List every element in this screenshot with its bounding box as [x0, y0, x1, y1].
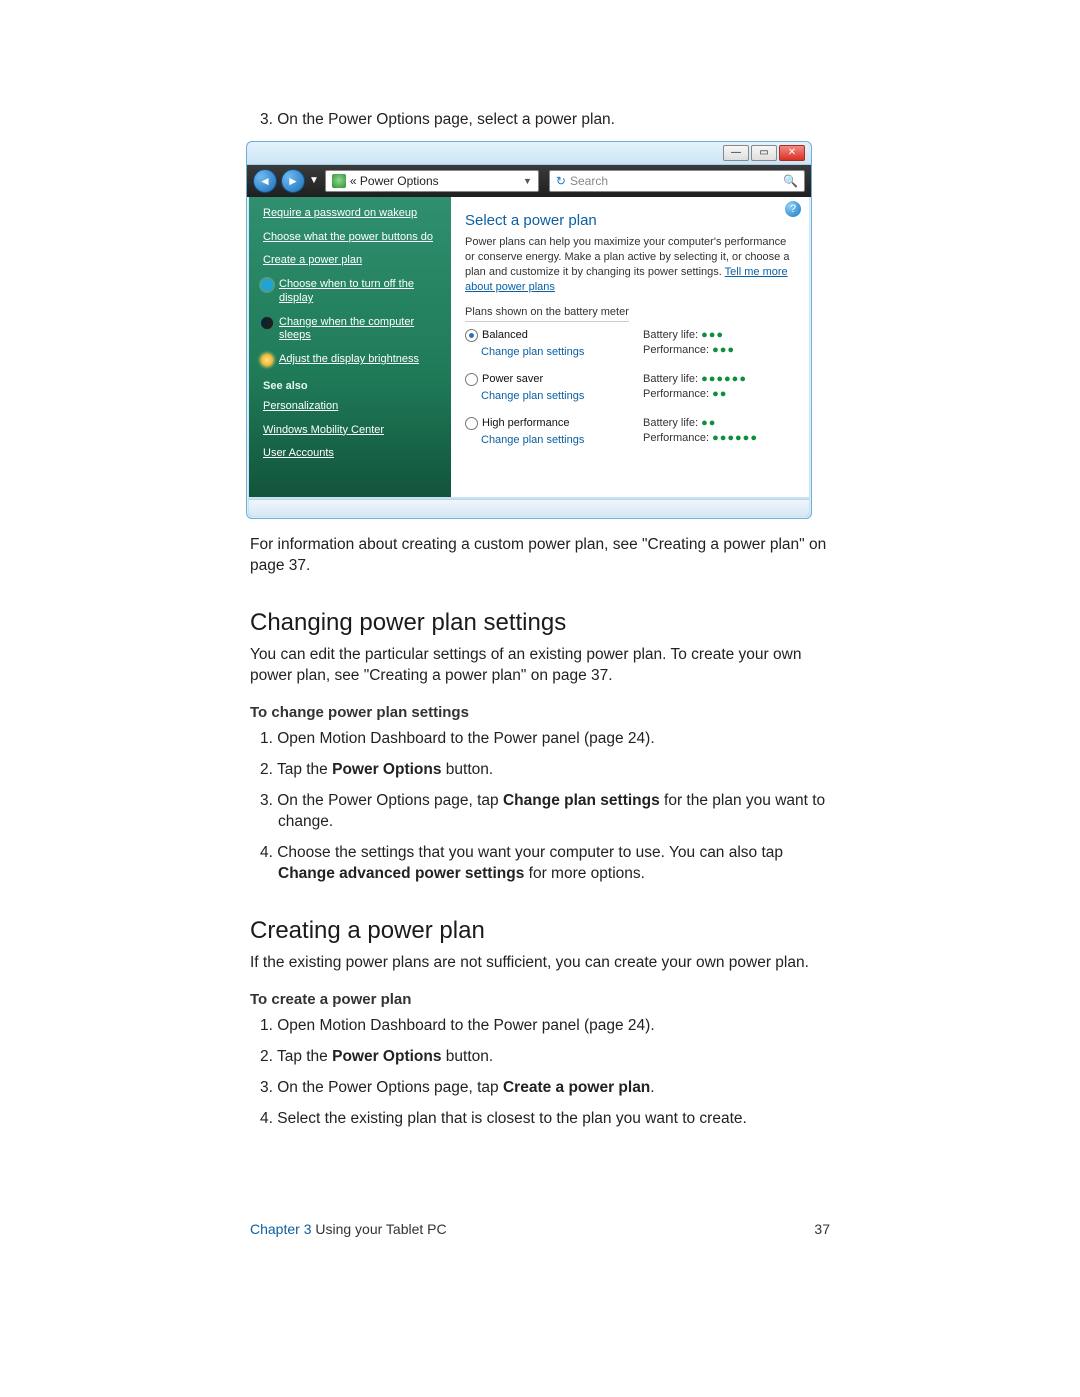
maximize-button[interactable]: ▭ — [751, 145, 777, 161]
battery-dots: ●●●●●● — [701, 373, 747, 385]
tasks-sidebar: Require a password on wakeup Choose what… — [249, 197, 451, 497]
plan-name: Balanced — [482, 328, 528, 343]
proc-a-step4: 4. Choose the settings that you want you… — [250, 843, 830, 885]
performance-dots: ●● — [712, 388, 727, 400]
proc-b-step1: 1. Open Motion Dashboard to the Power pa… — [250, 1016, 830, 1037]
forward-button[interactable]: ► — [281, 169, 305, 193]
plan-row-balanced: Balanced Change plan settings Battery life… — [465, 328, 795, 360]
change-plan-settings-link[interactable]: Change plan settings — [481, 389, 635, 404]
help-icon[interactable]: ? — [785, 201, 801, 217]
sidebar-see-also-mobility[interactable]: Windows Mobility Center — [263, 424, 441, 438]
search-placeholder: Search — [570, 173, 783, 189]
step-3: 3. On the Power Options page, select a p… — [250, 110, 830, 131]
plan-row-power-saver: Power saver Change plan settings Battery l… — [465, 372, 795, 404]
sidebar-item-sleep[interactable]: Change when the computer sleeps — [263, 316, 441, 344]
plan-name: Power saver — [482, 372, 543, 387]
plan-radio[interactable] — [465, 373, 478, 386]
battery-label: Battery life: — [643, 373, 698, 385]
plan-radio[interactable] — [465, 417, 478, 430]
explorer-navbar: ◄ ► ▼ « Power Options ▼ ↻ Search 🔍 — [247, 165, 811, 197]
proc-b-title: To create a power plan — [250, 990, 830, 1010]
section-creating-heading: Creating a power plan — [250, 915, 830, 947]
pane-heading: Select a power plan — [465, 211, 795, 231]
proc-a-step1: 1. Open Motion Dashboard to the Power pa… — [250, 729, 830, 750]
main-pane: ? Select a power plan Power plans can he… — [451, 197, 809, 497]
see-also-heading: See also — [263, 379, 441, 394]
refresh-icon[interactable]: ↻ — [556, 173, 566, 189]
minimize-button[interactable]: — — [723, 145, 749, 161]
proc-a-step3: 3. On the Power Options page, tap Change… — [250, 791, 830, 833]
close-button[interactable]: ✕ — [779, 145, 805, 161]
plan-row-high-performance: High performance Change plan settings Batt… — [465, 416, 795, 448]
performance-dots: ●●● — [712, 344, 735, 356]
change-plan-settings-link[interactable]: Change plan settings — [481, 433, 635, 448]
battery-dots: ●●● — [701, 329, 724, 341]
sidebar-see-also-accounts[interactable]: User Accounts — [263, 447, 441, 461]
power-options-window: — ▭ ✕ ◄ ► ▼ « Power Options ▼ ↻ Search 🔍… — [246, 141, 812, 519]
battery-dots: ●● — [701, 417, 716, 429]
window-titlebar: — ▭ ✕ — [247, 142, 811, 165]
breadcrumb-text: « Power Options — [350, 173, 439, 189]
battery-label: Battery life: — [643, 329, 698, 341]
breadcrumb-dropdown-icon[interactable]: ▼ — [523, 175, 532, 187]
proc-b-step4: 4. Select the existing plan that is clos… — [250, 1109, 830, 1130]
sidebar-see-also-personalization[interactable]: Personalization — [263, 400, 441, 414]
power-icon — [332, 174, 346, 188]
section-changing-heading: Changing power plan settings — [250, 607, 830, 639]
sidebar-item-buttons[interactable]: Choose what the power buttons do — [263, 231, 441, 245]
performance-label: Performance: — [643, 344, 709, 356]
plans-group-label: Plans shown on the battery meter — [465, 305, 629, 323]
section-changing-intro: You can edit the particular settings of … — [250, 645, 830, 687]
status-bar — [249, 499, 809, 516]
monitor-icon — [261, 279, 273, 291]
proc-b-step2: 2. Tap the Power Options button. — [250, 1047, 830, 1068]
footer-chapter: Chapter 3 — [250, 1221, 311, 1237]
moon-icon — [261, 317, 273, 329]
performance-label: Performance: — [643, 432, 709, 444]
proc-a-step2: 2. Tap the Power Options button. — [250, 760, 830, 781]
sidebar-item-brightness[interactable]: Adjust the display brightness — [263, 353, 441, 367]
section-creating-intro: If the existing power plans are not suff… — [250, 953, 830, 974]
battery-label: Battery life: — [643, 417, 698, 429]
address-breadcrumb[interactable]: « Power Options ▼ — [325, 170, 539, 192]
plan-radio[interactable] — [465, 329, 478, 342]
performance-dots: ●●●●●● — [712, 432, 758, 444]
page-footer: Chapter 3 Using your Tablet PC 37 — [250, 1220, 830, 1239]
proc-a-title: To change power plan settings — [250, 703, 830, 723]
footer-title: Using your Tablet PC — [311, 1221, 446, 1237]
change-plan-settings-link[interactable]: Change plan settings — [481, 345, 635, 360]
nav-history-dropdown[interactable]: ▼ — [309, 174, 319, 188]
search-input[interactable]: ↻ Search 🔍 — [549, 170, 805, 192]
sidebar-item-create-plan[interactable]: Create a power plan — [263, 254, 441, 268]
post-image-note: For information about creating a custom … — [250, 535, 830, 577]
plan-name: High performance — [482, 416, 569, 431]
footer-page-number: 37 — [814, 1220, 830, 1239]
proc-b-step3: 3. On the Power Options page, tap Create… — [250, 1078, 830, 1099]
back-button[interactable]: ◄ — [253, 169, 277, 193]
sidebar-item-password[interactable]: Require a password on wakeup — [263, 207, 441, 221]
search-icon[interactable]: 🔍 — [783, 173, 798, 189]
pane-description: Power plans can help you maximize your c… — [465, 235, 795, 294]
performance-label: Performance: — [643, 388, 709, 400]
sidebar-item-display-off[interactable]: Choose when to turn off the display — [263, 278, 441, 306]
sun-icon — [261, 354, 273, 366]
